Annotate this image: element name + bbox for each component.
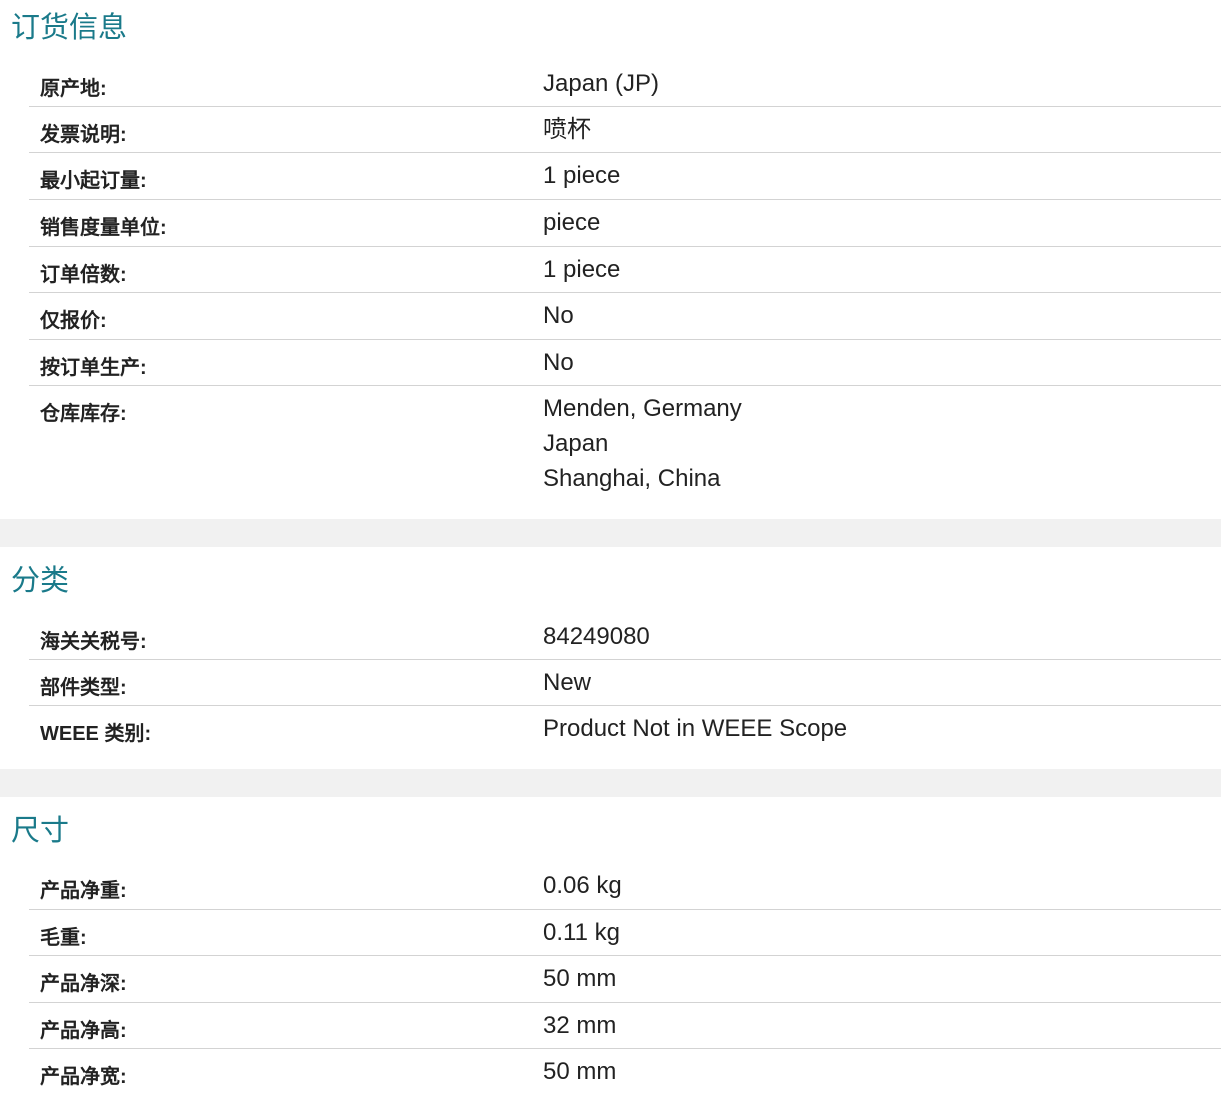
row-value: 喷杯 xyxy=(543,116,591,143)
row-label: 产品净深: xyxy=(40,973,127,995)
row-value: 0.06 kg xyxy=(543,872,622,899)
row-value: No xyxy=(543,349,574,376)
row-value: 50 mm xyxy=(543,965,617,992)
table-row: 仅报价: No xyxy=(0,293,1221,340)
row-label: 海关关税号: xyxy=(40,631,147,653)
row-label: 原产地: xyxy=(40,78,107,100)
row-label: 订单倍数: xyxy=(40,264,127,286)
row-value: 0.11 kg xyxy=(543,919,620,946)
table-row: 毛重: 0.11 kg xyxy=(0,910,1221,956)
table-row: WEEE 类别: Product Not in WEEE Scope xyxy=(0,706,1221,756)
row-value: 32 mm xyxy=(543,1012,617,1039)
table-row: 最小起订量: 1 piece xyxy=(0,153,1221,200)
warehouse-location: Shanghai, China xyxy=(543,465,721,492)
row-value-warehouse-list: Menden, Germany Japan Shanghai, China xyxy=(543,391,742,496)
table-row: 订单倍数: 1 piece xyxy=(0,247,1221,293)
section-title-classification: 分类 xyxy=(11,565,70,597)
row-label: 仅报价: xyxy=(40,310,107,332)
row-value: 50 mm xyxy=(543,1058,617,1085)
row-value: 1 piece xyxy=(543,162,621,189)
row-label: 仓库库存: xyxy=(40,403,127,425)
row-value: 84249080 xyxy=(543,623,650,650)
row-value: No xyxy=(543,302,574,329)
row-label: 部件类型: xyxy=(40,677,127,699)
table-row: 销售度量单位: piece xyxy=(0,200,1221,247)
row-label: 产品净宽: xyxy=(40,1066,127,1088)
table-row: 产品净深: 50 mm xyxy=(0,956,1221,1003)
row-value: piece xyxy=(543,209,601,236)
row-label: 最小起订量: xyxy=(40,170,147,192)
table-row: 部件类型: New xyxy=(0,660,1221,706)
section-title-ordering-info: 订货信息 xyxy=(11,12,128,44)
table-row: 产品净高: 32 mm xyxy=(0,1003,1221,1049)
warehouse-location: Japan xyxy=(543,430,609,457)
table-row: 产品净重: 0.06 kg xyxy=(0,863,1221,910)
dimensions-section: 尺寸 产品净重: 0.06 kg 毛重: 0.11 kg 产品净深: 50 mm… xyxy=(0,797,1221,1111)
row-value: Product Not in WEEE Scope xyxy=(543,715,848,742)
row-label: 按订单生产: xyxy=(40,357,147,379)
row-label: 发票说明: xyxy=(40,124,127,146)
table-row: 海关关税号: 84249080 xyxy=(0,613,1221,660)
row-label: 毛重: xyxy=(40,927,87,949)
ordering-info-table: 原产地: Japan (JP) 发票说明: 喷杯 最小起订量: 1 piece … xyxy=(0,60,1221,519)
row-label: WEEE 类别: xyxy=(40,723,152,745)
section-title-dimensions: 尺寸 xyxy=(11,815,70,847)
dimensions-table: 产品净重: 0.06 kg 毛重: 0.11 kg 产品净深: 50 mm 产品… xyxy=(0,863,1221,1095)
row-label: 销售度量单位: xyxy=(40,217,167,239)
warehouse-location: Menden, Germany xyxy=(543,395,742,422)
classification-table: 海关关税号: 84249080 部件类型: New WEEE 类别: Produ… xyxy=(0,613,1221,756)
classification-section: 分类 海关关税号: 84249080 部件类型: New WEEE 类别: Pr… xyxy=(0,547,1221,769)
row-label: 产品净高: xyxy=(40,1020,127,1042)
table-row: 产品净宽: 50 mm xyxy=(0,1049,1221,1095)
row-value: New xyxy=(543,669,592,696)
table-row: 仓库库存: Menden, Germany Japan Shanghai, Ch… xyxy=(0,386,1221,519)
table-row: 原产地: Japan (JP) xyxy=(0,60,1221,107)
ordering-info-section: 订货信息 原产地: Japan (JP) 发票说明: 喷杯 最小起订量: 1 p… xyxy=(0,0,1221,519)
product-details-page: 订货信息 原产地: Japan (JP) 发票说明: 喷杯 最小起订量: 1 p… xyxy=(0,0,1221,1111)
row-label: 产品净重: xyxy=(40,880,127,902)
section-separator xyxy=(0,769,1221,797)
row-value: 1 piece xyxy=(543,256,621,283)
table-row: 按订单生产: No xyxy=(0,340,1221,386)
section-separator xyxy=(0,519,1221,547)
row-value: Japan (JP) xyxy=(543,70,660,97)
table-row: 发票说明: 喷杯 xyxy=(0,107,1221,153)
